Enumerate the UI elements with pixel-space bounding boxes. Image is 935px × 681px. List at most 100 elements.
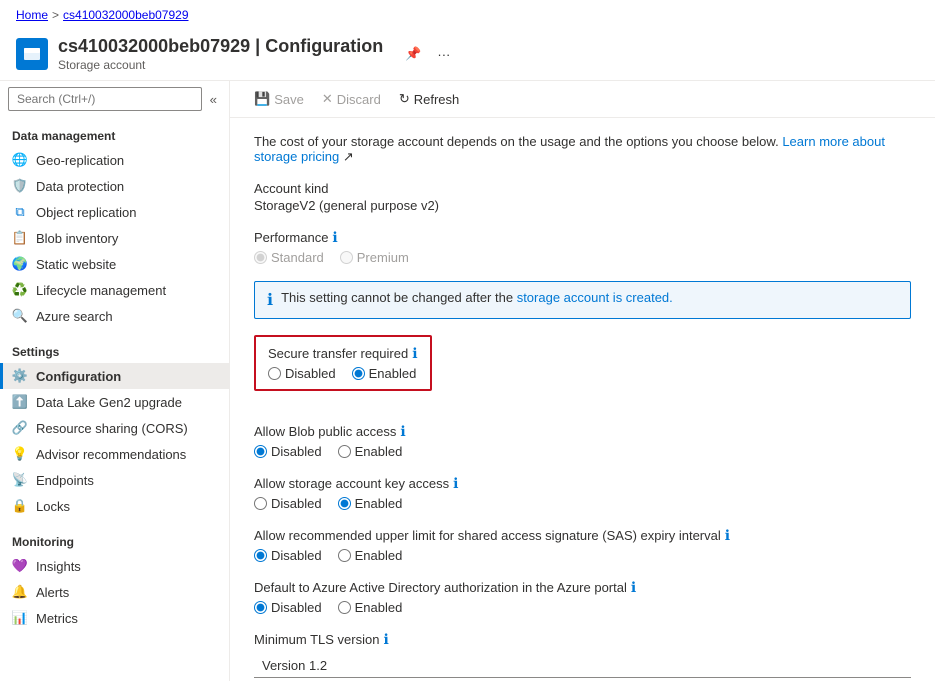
- sidebar: « Data management 🌐 Geo-replication 🛡️ D…: [0, 81, 230, 681]
- allow-sas-disabled-radio[interactable]: [254, 549, 267, 562]
- sidebar-item-geo-replication[interactable]: 🌐 Geo-replication: [0, 147, 229, 173]
- pin-button[interactable]: 📌: [401, 44, 425, 64]
- sidebar-item-azure-search[interactable]: 🔍 Azure search: [0, 303, 229, 329]
- performance-label: Performance ℹ: [254, 229, 911, 246]
- sidebar-item-static-website[interactable]: 🌍 Static website: [0, 251, 229, 277]
- data-protection-icon: 🛡️: [12, 178, 28, 194]
- performance-premium-radio[interactable]: [340, 251, 353, 264]
- blob-inventory-icon: 📋: [12, 230, 28, 246]
- allow-sas-enabled-option[interactable]: Enabled: [338, 548, 403, 563]
- sidebar-item-data-protection[interactable]: 🛡️ Data protection: [0, 173, 229, 199]
- allow-blob-disabled-radio[interactable]: [254, 445, 267, 458]
- refresh-label: Refresh: [414, 92, 460, 107]
- default-aad-disabled-radio[interactable]: [254, 601, 267, 614]
- endpoints-icon: 📡: [12, 472, 28, 488]
- secure-transfer-disabled-option[interactable]: Disabled: [268, 366, 336, 381]
- sidebar-item-insights[interactable]: 💜 Insights: [0, 553, 229, 579]
- allow-blob-group: Allow Blob public access ℹ Disabled Enab…: [254, 423, 911, 459]
- sidebar-item-endpoints[interactable]: 📡 Endpoints: [0, 467, 229, 493]
- breadcrumb: Home > cs410032000beb07929: [0, 0, 935, 30]
- secure-transfer-disabled-radio[interactable]: [268, 367, 281, 380]
- breadcrumb-home[interactable]: Home: [16, 8, 48, 22]
- performance-radio-group: Standard Premium: [254, 250, 911, 265]
- more-button[interactable]: ···: [433, 45, 454, 64]
- allow-key-disabled-option[interactable]: Disabled: [254, 496, 322, 511]
- allow-key-access-label: Allow storage account key access ℹ: [254, 475, 911, 492]
- breadcrumb-separator: >: [52, 8, 59, 22]
- allow-sas-enabled-radio[interactable]: [338, 549, 351, 562]
- allow-blob-disabled-option[interactable]: Disabled: [254, 444, 322, 459]
- performance-standard-radio[interactable]: [254, 251, 267, 264]
- sidebar-item-metrics[interactable]: 📊 Metrics: [0, 605, 229, 631]
- sidebar-label-resource-sharing: Resource sharing (CORS): [36, 421, 188, 436]
- secure-transfer-info-icon[interactable]: ℹ: [412, 345, 417, 362]
- sidebar-item-advisor-recommendations[interactable]: 💡 Advisor recommendations: [0, 441, 229, 467]
- min-tls-info-icon[interactable]: ℹ: [383, 631, 388, 648]
- save-button[interactable]: 💾 Save: [246, 87, 312, 111]
- sidebar-item-blob-inventory[interactable]: 📋 Blob inventory: [0, 225, 229, 251]
- allow-blob-enabled-option[interactable]: Enabled: [338, 444, 403, 459]
- default-aad-enabled-radio[interactable]: [338, 601, 351, 614]
- static-website-icon: 🌍: [12, 256, 28, 272]
- default-aad-info-icon[interactable]: ℹ: [631, 579, 636, 596]
- sidebar-section-settings: Settings ⚙️ Configuration ⬆️ Data Lake G…: [0, 333, 229, 523]
- sidebar-label-configuration: Configuration: [36, 369, 121, 384]
- geo-replication-icon: 🌐: [12, 152, 28, 168]
- allow-blob-enabled-radio[interactable]: [338, 445, 351, 458]
- allow-key-enabled-radio[interactable]: [338, 497, 351, 510]
- search-input[interactable]: [8, 87, 202, 111]
- allow-key-access-info-icon[interactable]: ℹ: [453, 475, 458, 492]
- account-kind-group: Account kind StorageV2 (general purpose …: [254, 181, 911, 213]
- sidebar-label-lifecycle-management: Lifecycle management: [36, 283, 166, 298]
- performance-standard-option[interactable]: Standard: [254, 250, 324, 265]
- sidebar-section-data-management: Data management 🌐 Geo-replication 🛡️ Dat…: [0, 117, 229, 333]
- discard-icon: ✕: [322, 91, 333, 107]
- resource-sharing-icon: 🔗: [12, 420, 28, 436]
- sidebar-label-blob-inventory: Blob inventory: [36, 231, 118, 246]
- sidebar-item-configuration[interactable]: ⚙️ Configuration: [0, 363, 229, 389]
- default-aad-enabled-option[interactable]: Enabled: [338, 600, 403, 615]
- secure-transfer-enabled-option[interactable]: Enabled: [352, 366, 417, 381]
- refresh-button[interactable]: ↻ Refresh: [391, 87, 467, 111]
- sidebar-label-locks: Locks: [36, 499, 70, 514]
- allow-sas-label: Allow recommended upper limit for shared…: [254, 527, 911, 544]
- page-header: cs410032000beb07929 | Configuration Stor…: [0, 30, 935, 81]
- sidebar-label-advisor-recommendations: Advisor recommendations: [36, 447, 186, 462]
- alerts-icon: 🔔: [12, 584, 28, 600]
- secure-transfer-enabled-radio[interactable]: [352, 367, 365, 380]
- allow-blob-info-icon[interactable]: ℹ: [400, 423, 405, 440]
- storage-account-icon: [16, 38, 48, 70]
- sidebar-item-resource-sharing[interactable]: 🔗 Resource sharing (CORS): [0, 415, 229, 441]
- sidebar-item-locks[interactable]: 🔒 Locks: [0, 493, 229, 519]
- performance-info-icon[interactable]: ℹ: [332, 229, 337, 246]
- section-title-monitoring: Monitoring: [0, 531, 229, 553]
- allow-sas-disabled-option[interactable]: Disabled: [254, 548, 322, 563]
- save-label: Save: [274, 92, 304, 107]
- section-title-data-management: Data management: [0, 125, 229, 147]
- toolbar: 💾 Save ✕ Discard ↻ Refresh: [230, 81, 935, 118]
- sidebar-label-object-replication: Object replication: [36, 205, 136, 220]
- sidebar-collapse-button[interactable]: «: [206, 88, 221, 111]
- min-tls-group: Minimum TLS version ℹ: [254, 631, 911, 678]
- discard-label: Discard: [337, 92, 381, 107]
- allow-key-enabled-option[interactable]: Enabled: [338, 496, 403, 511]
- allow-sas-radio-group: Disabled Enabled: [254, 548, 911, 563]
- account-kind-label: Account kind: [254, 181, 911, 196]
- discard-button[interactable]: ✕ Discard: [314, 87, 389, 111]
- allow-sas-info-icon[interactable]: ℹ: [725, 527, 730, 544]
- locks-icon: 🔒: [12, 498, 28, 514]
- breadcrumb-resource[interactable]: cs410032000beb07929: [63, 8, 188, 22]
- sidebar-item-object-replication[interactable]: ⧉ Object replication: [0, 199, 229, 225]
- allow-key-access-radio-group: Disabled Enabled: [254, 496, 911, 511]
- refresh-icon: ↻: [399, 91, 410, 107]
- min-tls-input[interactable]: [254, 654, 911, 678]
- sidebar-item-lifecycle-management[interactable]: ♻️ Lifecycle management: [0, 277, 229, 303]
- sidebar-item-alerts[interactable]: 🔔 Alerts: [0, 579, 229, 605]
- info-banner: ℹ This setting cannot be changed after t…: [254, 281, 911, 319]
- allow-key-disabled-radio[interactable]: [254, 497, 267, 510]
- sidebar-label-insights: Insights: [36, 559, 81, 574]
- sidebar-item-data-lake-gen2[interactable]: ⬆️ Data Lake Gen2 upgrade: [0, 389, 229, 415]
- default-aad-disabled-option[interactable]: Disabled: [254, 600, 322, 615]
- performance-premium-option[interactable]: Premium: [340, 250, 409, 265]
- default-aad-group: Default to Azure Active Directory author…: [254, 579, 911, 615]
